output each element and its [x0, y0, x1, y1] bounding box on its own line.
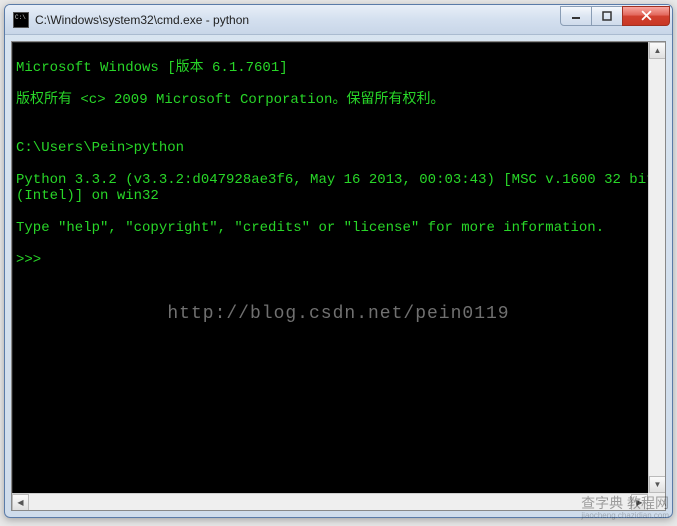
prompt-text: >>>: [16, 252, 50, 268]
cmd-window: C:\Windows\system32\cmd.exe - python Mic…: [4, 4, 673, 518]
minimize-button[interactable]: [560, 6, 592, 26]
window-controls: [561, 6, 670, 26]
titlebar[interactable]: C:\Windows\system32\cmd.exe - python: [5, 5, 672, 35]
console-output[interactable]: Microsoft Windows [版本 6.1.7601] 版权所有 <c>…: [12, 42, 665, 510]
console-line: C:\Users\Pein>python: [16, 140, 661, 156]
scrollbar-corner: [648, 493, 665, 510]
maximize-button[interactable]: [591, 6, 623, 26]
cursor: [50, 252, 58, 266]
close-button[interactable]: [622, 6, 670, 26]
cmd-icon: [13, 12, 29, 28]
scroll-left-button[interactable]: ◀: [12, 494, 29, 511]
scroll-track-horizontal[interactable]: [29, 494, 631, 510]
vertical-scrollbar[interactable]: ▲ ▼: [648, 42, 665, 493]
scroll-track-vertical[interactable]: [649, 59, 665, 476]
python-prompt[interactable]: >>>: [16, 252, 661, 268]
console-line: Microsoft Windows [版本 6.1.7601]: [16, 60, 661, 76]
console-line: Python 3.3.2 (v3.3.2:d047928ae3f6, May 1…: [16, 172, 661, 204]
console-area: Microsoft Windows [版本 6.1.7601] 版权所有 <c>…: [11, 41, 666, 511]
console-line: Type "help", "copyright", "credits" or "…: [16, 220, 661, 236]
console-line: 版权所有 <c> 2009 Microsoft Corporation。保留所有…: [16, 92, 661, 108]
scroll-right-button[interactable]: ▶: [631, 494, 648, 511]
window-title: C:\Windows\system32\cmd.exe - python: [35, 13, 561, 27]
scroll-up-button[interactable]: ▲: [649, 42, 666, 59]
horizontal-scrollbar[interactable]: ◀ ▶: [12, 493, 648, 510]
scroll-down-button[interactable]: ▼: [649, 476, 666, 493]
